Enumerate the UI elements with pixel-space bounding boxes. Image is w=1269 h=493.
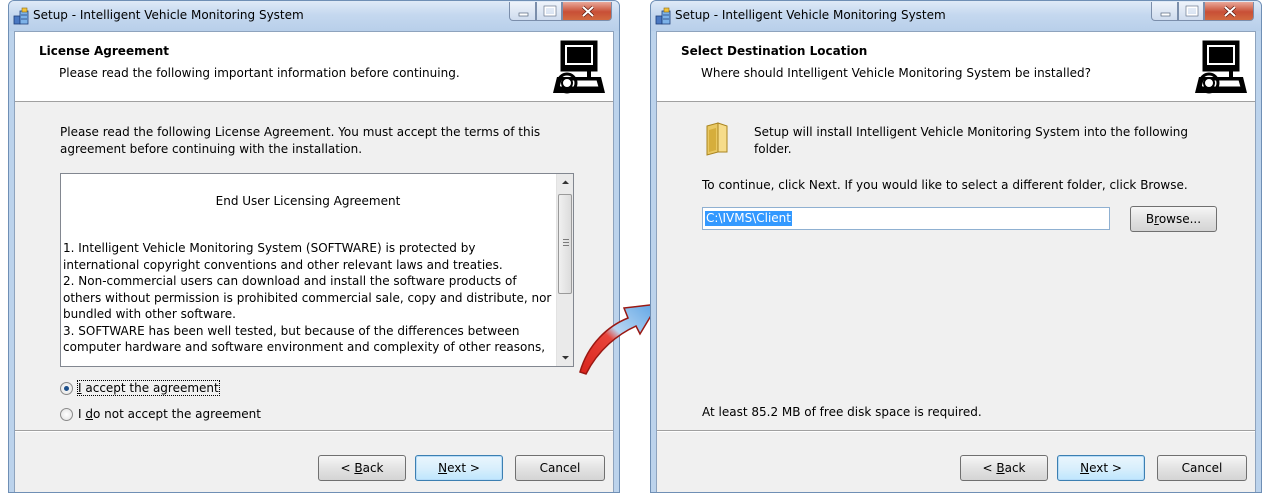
scroll-down-arrow-icon[interactable] bbox=[557, 349, 574, 366]
cancel-button[interactable]: Cancel bbox=[1157, 455, 1247, 481]
close-button[interactable] bbox=[562, 2, 612, 21]
setup-app-icon bbox=[655, 7, 671, 25]
title-bar[interactable]: Setup - Intelligent Vehicle Monitoring S… bbox=[651, 1, 1261, 31]
maximize-icon bbox=[1185, 5, 1199, 17]
back-button[interactable]: < Back bbox=[960, 455, 1048, 481]
window-title: Setup - Intelligent Vehicle Monitoring S… bbox=[675, 8, 946, 22]
scroll-up-arrow-icon[interactable] bbox=[557, 174, 574, 191]
license-line: 3. SOFTWARE has been well tested, but be… bbox=[63, 323, 520, 338]
license-line: 1. Intelligent Vehicle Monitoring System… bbox=[63, 241, 476, 255]
maximize-button[interactable] bbox=[1178, 2, 1204, 21]
next-button[interactable]: Next > bbox=[415, 455, 503, 481]
page-subtitle: Where should Intelligent Vehicle Monitor… bbox=[701, 66, 1092, 80]
radio-accept-label: I accept the agreement bbox=[77, 380, 220, 396]
license-body-text: 1. Intelligent Vehicle Monitoring System… bbox=[63, 240, 555, 356]
minimize-icon bbox=[1160, 12, 1171, 17]
maximize-button[interactable] bbox=[536, 2, 562, 21]
next-button[interactable]: Next > bbox=[1057, 455, 1145, 481]
radio-accept-agreement[interactable]: I accept the agreement bbox=[60, 380, 260, 397]
install-info-line-2: folder. bbox=[754, 142, 792, 156]
license-line: international copyright conventions and … bbox=[63, 257, 503, 272]
license-line: computer hardware and software environme… bbox=[63, 340, 546, 354]
minimize-icon bbox=[518, 12, 529, 17]
computer-setup-icon bbox=[551, 37, 607, 97]
bottom-separator bbox=[657, 430, 1255, 432]
license-line: others without permission is prohibited … bbox=[63, 290, 552, 305]
license-line: bundled with other software. bbox=[63, 307, 236, 321]
page-title: Select Destination Location bbox=[681, 44, 868, 58]
destination-setup-window: Setup - Intelligent Vehicle Monitoring S… bbox=[650, 0, 1262, 493]
destination-path-value: C:\IVMS\Client bbox=[705, 211, 792, 226]
wizard-client-area: License Agreement Please read the follow… bbox=[14, 31, 614, 492]
license-intro-line-2: agreement before continuing with the ins… bbox=[60, 142, 363, 156]
folder-icon bbox=[706, 122, 728, 156]
title-bar[interactable]: Setup - Intelligent Vehicle Monitoring S… bbox=[9, 1, 619, 31]
license-heading: End User Licensing Agreement bbox=[215, 194, 401, 208]
radio-decline-label: I do not accept the agreement bbox=[78, 407, 261, 421]
radio-button-selected[interactable] bbox=[60, 382, 73, 395]
radio-button-unselected[interactable] bbox=[60, 408, 73, 421]
back-button[interactable]: < Back bbox=[318, 455, 406, 481]
destination-path-input[interactable]: C:\IVMS\Client bbox=[702, 207, 1110, 230]
window-title: Setup - Intelligent Vehicle Monitoring S… bbox=[33, 8, 304, 22]
close-icon bbox=[581, 5, 595, 18]
bottom-separator bbox=[15, 430, 613, 432]
radio-decline-agreement[interactable]: I do not accept the agreement bbox=[60, 407, 280, 423]
page-subtitle: Please read the following important info… bbox=[59, 66, 460, 80]
license-setup-window: Setup - Intelligent Vehicle Monitoring S… bbox=[8, 0, 620, 493]
close-button[interactable] bbox=[1204, 2, 1254, 21]
wizard-header: Select Destination Location Where should… bbox=[657, 32, 1255, 102]
close-icon bbox=[1223, 5, 1237, 18]
minimize-button[interactable] bbox=[509, 2, 536, 21]
disk-space-requirement: At least 85.2 MB of free disk space is r… bbox=[702, 405, 982, 419]
wizard-client-area: Select Destination Location Where should… bbox=[656, 31, 1256, 492]
license-intro-line-1: Please read the following License Agreem… bbox=[60, 125, 541, 139]
maximize-icon bbox=[543, 5, 557, 17]
license-text-box[interactable]: End User Licensing Agreement 1. Intellig… bbox=[60, 173, 574, 367]
setup-app-icon bbox=[13, 7, 29, 25]
scroll-thumb[interactable] bbox=[558, 194, 572, 294]
install-info-line-1: Setup will install Intelligent Vehicle M… bbox=[754, 125, 1188, 139]
license-scrollbar[interactable] bbox=[556, 174, 573, 366]
continue-instructions: To continue, click Next. If you would li… bbox=[702, 178, 1188, 192]
page-title: License Agreement bbox=[39, 44, 170, 58]
computer-setup-icon bbox=[1193, 37, 1249, 97]
license-line: 2. Non-commercial users can download and… bbox=[63, 274, 517, 288]
wizard-header: License Agreement Please read the follow… bbox=[15, 32, 613, 102]
cancel-button[interactable]: Cancel bbox=[515, 455, 605, 481]
minimize-button[interactable] bbox=[1151, 2, 1178, 21]
browse-button[interactable]: Browse... bbox=[1130, 206, 1217, 232]
